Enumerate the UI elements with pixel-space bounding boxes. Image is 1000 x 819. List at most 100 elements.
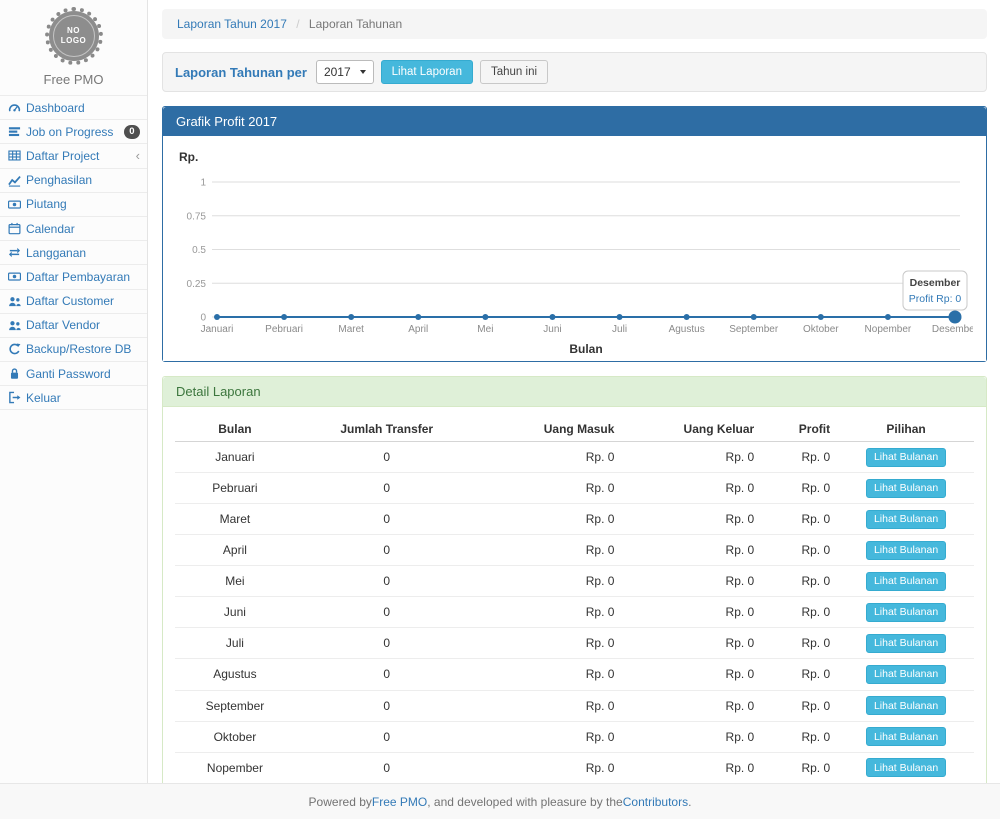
jumlah-transfer-cell: 0 [295, 442, 479, 473]
svg-text:Profit Rp: 0: Profit Rp: 0 [909, 293, 962, 305]
svg-text:Januari: Januari [201, 324, 234, 335]
svg-text:0: 0 [200, 313, 206, 324]
uang-keluar-cell: Rp. 0 [622, 473, 762, 504]
sidebar-item-daftar-customer[interactable]: Daftar Customer [0, 290, 147, 314]
svg-text:Oktober: Oktober [803, 324, 839, 335]
pilihan-cell: Lihat Bulanan [838, 721, 974, 752]
lihat-laporan-button[interactable]: Lihat Laporan [381, 60, 473, 84]
uang-masuk-cell: Rp. 0 [479, 566, 623, 597]
bulan-cell: Juli [175, 628, 295, 659]
detail-panel-body: Bulan Jumlah Transfer Uang Masuk Uang Ke… [163, 407, 986, 783]
table-row: Pebruari0Rp. 0Rp. 0Rp. 0Lihat Bulanan [175, 473, 974, 504]
sidebar-item-ganti-password[interactable]: Ganti Password [0, 362, 147, 386]
lihat-bulanan-button[interactable]: Lihat Bulanan [866, 665, 946, 684]
table-row: Juni0Rp. 0Rp. 0Rp. 0Lihat Bulanan [175, 597, 974, 628]
chart-panel-title: Grafik Profit 2017 [163, 107, 986, 136]
bulan-cell: Agustus [175, 659, 295, 690]
footer: Powered by Free PMO, and developed with … [0, 783, 1000, 819]
uang-masuk-cell: Rp. 0 [479, 473, 623, 504]
lihat-bulanan-button[interactable]: Lihat Bulanan [866, 448, 946, 467]
pilihan-cell: Lihat Bulanan [838, 442, 974, 473]
sidebar-item-daftar-pembayaran[interactable]: Daftar Pembayaran [0, 265, 147, 289]
lihat-bulanan-button[interactable]: Lihat Bulanan [866, 572, 946, 591]
bulan-cell: Oktober [175, 721, 295, 752]
jumlah-transfer-cell: 0 [295, 473, 479, 504]
pilihan-cell: Lihat Bulanan [838, 597, 974, 628]
bulan-cell: Januari [175, 442, 295, 473]
uang-masuk-cell: Rp. 0 [479, 597, 623, 628]
svg-text:Nopember: Nopember [865, 324, 912, 335]
caret-down-icon [360, 70, 366, 74]
year-filter-bar: Laporan Tahunan per 2017 Lihat Laporan T… [162, 52, 987, 92]
tahun-ini-button[interactable]: Tahun ini [480, 60, 548, 84]
filter-label: Laporan Tahunan per [175, 65, 307, 80]
sidebar-item-daftar-project[interactable]: Daftar Project ‹ [0, 144, 147, 168]
table-row: Nopember0Rp. 0Rp. 0Rp. 0Lihat Bulanan [175, 752, 974, 783]
detail-table-header: Bulan Jumlah Transfer Uang Masuk Uang Ke… [175, 416, 974, 442]
dashboard-icon [7, 101, 21, 114]
uang-masuk-cell: Rp. 0 [479, 721, 623, 752]
breadcrumb-current: Laporan Tahunan [309, 17, 402, 31]
sidebar-item-calendar[interactable]: Calendar [0, 217, 147, 241]
uang-keluar-cell: Rp. 0 [622, 659, 762, 690]
jumlah-transfer-cell: 0 [295, 566, 479, 597]
svg-text:Pebruari: Pebruari [265, 324, 303, 335]
uang-keluar-cell: Rp. 0 [622, 597, 762, 628]
jumlah-transfer-cell: 0 [295, 690, 479, 721]
sidebar-item-piutang[interactable]: Piutang [0, 193, 147, 217]
lihat-bulanan-button[interactable]: Lihat Bulanan [866, 603, 946, 622]
svg-text:September: September [729, 324, 779, 335]
svg-text:0.25: 0.25 [187, 279, 207, 290]
lihat-bulanan-button[interactable]: Lihat Bulanan [866, 727, 946, 746]
profit-cell: Rp. 0 [762, 442, 838, 473]
svg-text:Maret: Maret [338, 324, 364, 335]
breadcrumb-link[interactable]: Laporan Tahun 2017 [177, 17, 287, 31]
profit-cell: Rp. 0 [762, 473, 838, 504]
col-header-uang-keluar: Uang Keluar [622, 416, 762, 442]
free-pmo-link[interactable]: Free PMO [372, 795, 427, 809]
sidebar-item-langganan[interactable]: Langganan [0, 241, 147, 265]
pilihan-cell: Lihat Bulanan [838, 659, 974, 690]
jumlah-transfer-cell: 0 [295, 597, 479, 628]
profit-cell: Rp. 0 [762, 752, 838, 783]
svg-text:Bulan: Bulan [569, 342, 602, 356]
sidebar-item-job-on-progress[interactable]: Job on Progress 0 [0, 120, 147, 144]
lihat-bulanan-button[interactable]: Lihat Bulanan [866, 758, 946, 777]
bulan-cell: Pebruari [175, 473, 295, 504]
lihat-bulanan-button[interactable]: Lihat Bulanan [866, 634, 946, 653]
logo-text: NO LOGO [59, 26, 89, 46]
uang-masuk-cell: Rp. 0 [479, 752, 623, 783]
year-select-value: 2017 [324, 65, 351, 79]
sidebar-item-backup-restore[interactable]: Backup/Restore DB [0, 338, 147, 362]
lihat-bulanan-button[interactable]: Lihat Bulanan [866, 541, 946, 560]
lihat-bulanan-button[interactable]: Lihat Bulanan [866, 510, 946, 529]
uang-masuk-cell: Rp. 0 [479, 442, 623, 473]
bulan-cell: Maret [175, 504, 295, 535]
sidebar-item-penghasilan[interactable]: Penghasilan [0, 169, 147, 193]
svg-text:Mei: Mei [477, 324, 493, 335]
svg-text:Juli: Juli [612, 324, 627, 335]
sidebar-item-dashboard[interactable]: Dashboard [0, 96, 147, 120]
svg-text:Juni: Juni [543, 324, 561, 335]
jumlah-transfer-cell: 0 [295, 628, 479, 659]
pilihan-cell: Lihat Bulanan [838, 566, 974, 597]
uang-masuk-cell: Rp. 0 [479, 690, 623, 721]
svg-text:April: April [408, 324, 428, 335]
svg-text:0.5: 0.5 [192, 245, 206, 256]
contributors-link[interactable]: Contributors [623, 795, 688, 809]
users-icon [7, 295, 21, 308]
sidebar-item-daftar-vendor[interactable]: Daftar Vendor [0, 314, 147, 338]
year-select[interactable]: 2017 [316, 60, 374, 84]
jumlah-transfer-cell: 0 [295, 752, 479, 783]
uang-masuk-cell: Rp. 0 [479, 504, 623, 535]
table-row: Agustus0Rp. 0Rp. 0Rp. 0Lihat Bulanan [175, 659, 974, 690]
bulan-cell: Juni [175, 597, 295, 628]
uang-keluar-cell: Rp. 0 [622, 504, 762, 535]
profit-cell: Rp. 0 [762, 690, 838, 721]
lihat-bulanan-button[interactable]: Lihat Bulanan [866, 479, 946, 498]
sidebar-item-keluar[interactable]: Keluar [0, 386, 147, 410]
profit-chart[interactable]: Rp.10.750.50.250JanuariPebruariMaretApri… [173, 145, 973, 359]
bulan-cell: April [175, 535, 295, 566]
lihat-bulanan-button[interactable]: Lihat Bulanan [866, 696, 946, 715]
uang-keluar-cell: Rp. 0 [622, 535, 762, 566]
